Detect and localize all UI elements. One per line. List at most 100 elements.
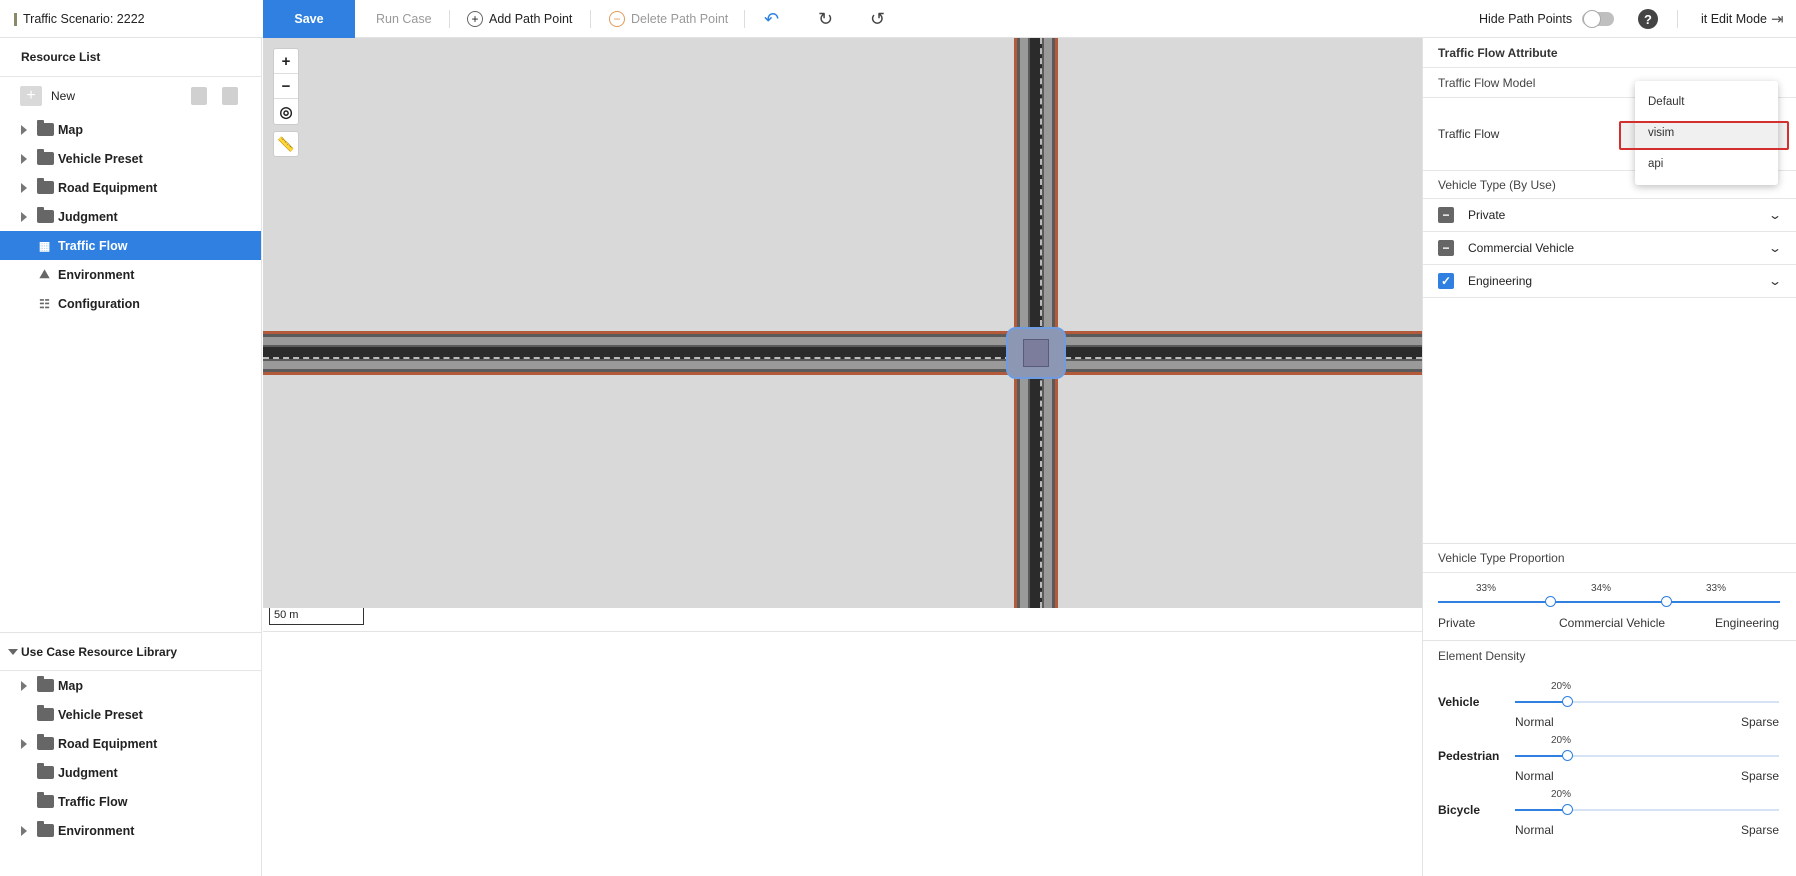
partial-checkbox-icon[interactable]: − <box>1438 207 1454 223</box>
map-scale-bar: 50 m <box>269 608 364 625</box>
density-min-label: Normal <box>1515 823 1554 837</box>
recenter-icon[interactable]: ◎ <box>274 99 298 124</box>
tree-item-vehicle-preset[interactable]: Vehicle Preset <box>0 144 261 173</box>
resource-tree: Map Vehicle Preset Road Equipment Judgme… <box>0 115 261 318</box>
vehicle-type-label: Engineering <box>1468 274 1533 288</box>
use-case-library: Use Case Resource Library Map Vehicle Pr… <box>0 632 262 845</box>
density-handle[interactable] <box>1561 750 1573 761</box>
tree-item-label: Vehicle Preset <box>58 151 143 166</box>
library-item-vehicle-preset[interactable]: Vehicle Preset <box>0 700 262 729</box>
undo-icon[interactable]: ↶ <box>764 0 779 38</box>
toolbar-divider <box>590 10 591 28</box>
tree-item-map[interactable]: Map <box>0 115 261 144</box>
hide-path-points-toggle[interactable] <box>1582 10 1615 28</box>
proportion-handle[interactable] <box>1661 596 1673 607</box>
tree-item-road-equipment[interactable]: Road Equipment <box>0 173 261 202</box>
proportion-handle[interactable] <box>1544 596 1556 607</box>
tree-item-label: Configuration <box>58 296 140 311</box>
copy-icon[interactable] <box>222 87 238 105</box>
scenario-title-text: Traffic Scenario: 2222 <box>23 12 145 26</box>
title-marker <box>14 12 17 26</box>
chevron-down-icon[interactable]: ⌄ <box>1768 208 1782 222</box>
tree-item-label: Map <box>58 122 83 137</box>
expand-caret-icon[interactable] <box>21 182 27 193</box>
tree-item-traffic-flow[interactable]: ▦ Traffic Flow <box>0 231 261 260</box>
reset-icon[interactable]: ↺ <box>870 0 885 38</box>
density-fill <box>1515 755 1568 757</box>
library-item-label: Environment <box>58 823 135 838</box>
proportion-track[interactable] <box>1438 601 1780 603</box>
library-item-label: Judgment <box>58 765 118 780</box>
density-handle[interactable] <box>1561 804 1573 815</box>
intersection-junction[interactable] <box>1006 327 1066 379</box>
expand-caret-icon[interactable] <box>21 124 27 135</box>
library-item-environment[interactable]: Environment <box>0 816 262 845</box>
proportion-label: Engineering <box>1715 616 1780 630</box>
zoom-in-button[interactable]: + <box>274 49 298 74</box>
tree-item-label: Road Equipment <box>58 180 158 195</box>
checked-checkbox-icon[interactable]: ✓ <box>1438 273 1454 289</box>
help-button[interactable]: ? <box>1638 0 1658 38</box>
expand-caret-icon[interactable] <box>21 825 27 836</box>
vehicle-type-engineering[interactable]: ✓ Engineering ⌄ <box>1423 265 1796 298</box>
run-case-button[interactable]: Run Case <box>376 0 432 38</box>
tree-item-judgment[interactable]: Judgment <box>0 202 261 231</box>
density-min-label: Normal <box>1515 715 1554 729</box>
library-item-judgment[interactable]: Judgment <box>0 758 262 787</box>
zoom-out-button[interactable]: − <box>274 74 298 99</box>
map-canvas[interactable]: + − ◎ 📏 <box>263 38 1422 608</box>
tree-item-label: Traffic Flow <box>58 238 128 253</box>
proportion-label: Commercial Vehicle <box>1559 616 1666 630</box>
proportion-label: Private <box>1438 616 1476 630</box>
expand-caret-icon[interactable] <box>21 153 27 164</box>
toolbar-divider <box>744 10 745 28</box>
scenario-title: Traffic Scenario: 2222 <box>14 0 145 38</box>
proportion-pct: 33% <box>1476 583 1497 594</box>
tree-item-environment[interactable]: ⛰ Environment <box>0 260 261 289</box>
element-density-title: Element Density <box>1423 640 1796 670</box>
ruler-icon[interactable]: 📏 <box>273 131 299 157</box>
expand-caret-icon[interactable] <box>21 211 27 222</box>
delete-path-point-button[interactable]: − Delete Path Point <box>609 0 728 38</box>
folder-icon <box>37 821 54 837</box>
minus-circle-icon: − <box>609 11 625 27</box>
exit-edit-mode-button[interactable]: it Edit Mode ⇥ <box>1701 0 1784 38</box>
density-pct: 20% <box>1551 681 1572 692</box>
delete-icon[interactable] <box>191 87 207 105</box>
exit-edit-mode-label: it Edit Mode <box>1701 12 1768 26</box>
dropdown-option-api[interactable]: api <box>1648 158 1663 170</box>
vehicle-type-commercial[interactable]: − Commercial Vehicle ⌄ <box>1423 232 1796 265</box>
traffic-flow-icon: ▦ <box>38 238 51 253</box>
expand-caret-icon[interactable] <box>21 680 27 691</box>
add-path-point-button[interactable]: + Add Path Point <box>467 0 572 38</box>
chevron-down-icon[interactable]: ⌄ <box>1768 241 1782 255</box>
collapse-caret-icon[interactable] <box>8 648 18 655</box>
vehicle-type-private[interactable]: − Private ⌄ <box>1423 199 1796 232</box>
library-item-label: Vehicle Preset <box>58 707 143 722</box>
tree-item-configuration[interactable]: ☷ Configuration <box>0 289 261 318</box>
folder-icon <box>37 792 54 808</box>
partial-checkbox-icon[interactable]: − <box>1438 240 1454 256</box>
save-button[interactable]: Save <box>263 0 355 38</box>
new-resource-button[interactable]: + New <box>0 77 261 115</box>
folder-icon <box>37 763 54 779</box>
density-fill <box>1515 809 1568 811</box>
library-item-map[interactable]: Map <box>0 671 262 700</box>
expand-caret-icon[interactable] <box>21 738 27 749</box>
dropdown-option-default[interactable]: Default <box>1648 96 1684 108</box>
vehicle-type-label: Commercial Vehicle <box>1468 241 1575 255</box>
tree-item-label: Judgment <box>58 209 118 224</box>
library-item-traffic-flow[interactable]: Traffic Flow <box>0 787 262 816</box>
library-header[interactable]: Use Case Resource Library <box>0 632 262 671</box>
folder-icon <box>37 120 54 136</box>
environment-icon: ⛰ <box>39 267 50 281</box>
toolbar-divider <box>449 10 450 28</box>
proportion-pct: 34% <box>1591 583 1612 594</box>
chevron-down-icon[interactable]: ⌄ <box>1768 274 1782 288</box>
library-item-road-equipment[interactable]: Road Equipment <box>0 729 262 758</box>
density-min-label: Normal <box>1515 769 1554 783</box>
highlight-box <box>1619 121 1789 150</box>
density-handle[interactable] <box>1561 696 1573 707</box>
folder-icon <box>37 178 54 194</box>
redo-icon[interactable]: ↻ <box>818 0 833 38</box>
